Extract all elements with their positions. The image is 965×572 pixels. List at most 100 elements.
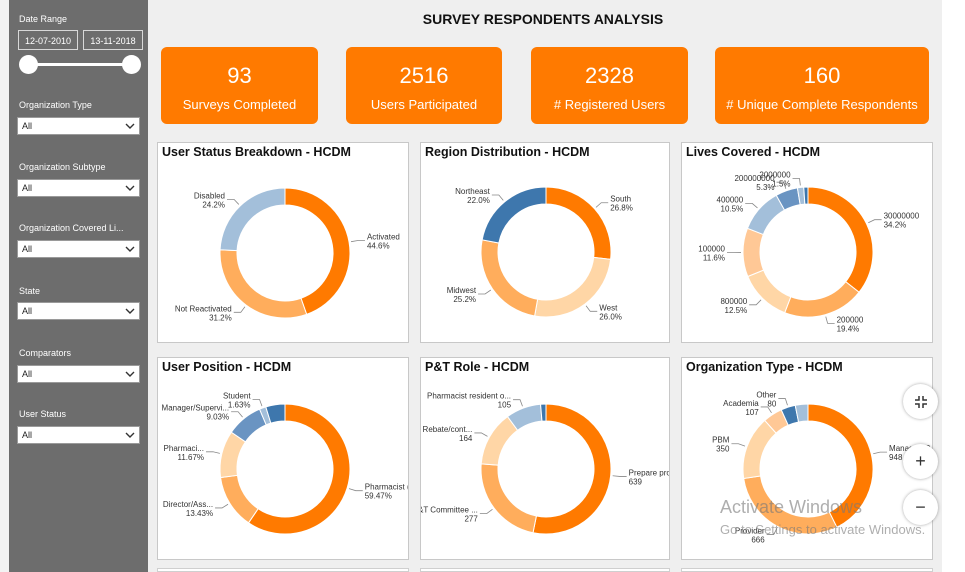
filter-organization-covered-lives-dropdown[interactable]: All [17, 240, 140, 258]
donut-slice[interactable] [220, 474, 259, 524]
leader-line [491, 194, 504, 201]
slice-value-label: 26.8% [610, 204, 633, 213]
donut-slice[interactable] [784, 281, 860, 318]
chevron-down-icon [125, 308, 135, 314]
leader-line [233, 306, 246, 313]
fit-to-page-button[interactable] [903, 384, 938, 419]
slice-value-label: 34.2% [884, 221, 907, 230]
filter-comparators-label: Comparators [19, 348, 72, 358]
date-slider-start-handle[interactable] [19, 55, 38, 74]
slice-category-label: PBM [712, 436, 730, 445]
kpi-surveys-completed[interactable]: 93 Surveys Completed [161, 47, 318, 124]
chart-card-lives-covered[interactable]: Lives Covered - HCDM 30000000 34.2% 200000… [681, 142, 933, 343]
donut-slice[interactable] [742, 227, 765, 278]
slice-value-label: 22.0% [467, 196, 490, 205]
kpi-unique-complete-respondents[interactable]: 160 # Unique Complete Respondents [715, 47, 929, 124]
slice-category-label: 400000 [717, 195, 744, 204]
kpi-value: 93 [227, 63, 252, 88]
leader-line [206, 451, 220, 454]
filter-organization-type-label: Organization Type [19, 100, 92, 110]
donut-slice[interactable] [742, 419, 777, 480]
slice-value-label: 12.5% [725, 306, 748, 315]
slice-category-label: 30000000 [884, 212, 920, 221]
leader-line [215, 503, 229, 509]
slice-value-label: 1.63% [228, 401, 251, 410]
leader-line [585, 305, 598, 312]
filter-organization-subtype-label: Organization Subtype [19, 162, 106, 172]
filter-sidebar: Date Range 12-07-2010 13-11-2018 Organiz… [9, 0, 148, 572]
slice-category-label: 100000 [698, 244, 725, 253]
slice-category-label: Disabled [194, 191, 225, 200]
date-end-input[interactable]: 13-11-2018 [83, 30, 143, 50]
filter-comparators-dropdown[interactable]: All [17, 365, 140, 383]
donut-slice[interactable] [480, 463, 537, 534]
date-slider-track[interactable] [29, 63, 131, 66]
chevron-down-icon [125, 185, 135, 191]
donut-slice[interactable] [803, 186, 809, 205]
donut-chart-lives-covered: 3000000034.2% 20000019.4% 80000012.5% 10000… [698, 170, 920, 333]
filter-organization-type-dropdown[interactable]: All [17, 117, 140, 135]
chevron-down-icon [125, 432, 135, 438]
date-start-input[interactable]: 12-07-2010 [18, 30, 78, 50]
donut-slice[interactable] [545, 186, 612, 260]
slice-value-label: 44.6% [367, 242, 390, 251]
slice-value-label: 350 [716, 445, 730, 454]
slice-category-label: Pharmacist resident o... [427, 392, 511, 401]
slice-category-label: Director/Ass... [163, 500, 213, 509]
slice-category-label: Northeast [455, 187, 490, 196]
dropdown-value: All [22, 306, 33, 316]
filter-user-status-dropdown[interactable]: All [17, 426, 140, 444]
slice-value-label: 26.0% [599, 312, 622, 321]
donut-chart-region-distribution: South26.8% West26.0% Midwest25.2% Northeast… [447, 186, 633, 321]
donut-slice[interactable] [807, 186, 874, 293]
leader-line [252, 399, 263, 407]
zoom-out-button[interactable]: − [903, 490, 938, 525]
leader-line [749, 299, 762, 306]
filter-organization-subtype-dropdown[interactable]: All [17, 179, 140, 197]
leader-line [731, 443, 746, 447]
slice-category-label: Academia [723, 399, 759, 408]
chart-card-user-position[interactable]: User Position - HCDM Pharmacist (Clinica… [157, 357, 409, 560]
dropdown-value: All [22, 369, 33, 379]
donut-slice[interactable] [540, 403, 547, 422]
next-row-card-edge [681, 568, 933, 572]
donut-chart-user-status: Activated44.6% Not Reactivated31.2% Disabl… [175, 187, 400, 322]
donut-slice[interactable] [480, 239, 539, 317]
leader-line [612, 475, 627, 477]
chart-card-user-status[interactable]: User Status Breakdown - HCDM Activated 44… [157, 142, 409, 343]
slice-value-label: 31.2% [209, 313, 232, 322]
donut-slice[interactable] [532, 403, 612, 535]
left-strip [0, 0, 9, 572]
slice-value-label: 10.5% [721, 204, 744, 213]
kpi-value: 2516 [399, 63, 449, 88]
donut-slice[interactable] [219, 187, 286, 252]
zoom-in-button[interactable]: + [903, 444, 938, 479]
slice-value-label: 25.2% [453, 295, 476, 304]
leader-line [792, 178, 801, 186]
slice-category-label: Not Reactivated [175, 304, 232, 313]
donut-slice[interactable] [284, 187, 351, 315]
date-slider-end-handle[interactable] [122, 55, 141, 74]
kpi-value: 2328 [585, 63, 634, 88]
donut-slice[interactable] [219, 249, 308, 319]
kpi-label: Surveys Completed [182, 97, 297, 112]
donut-slice[interactable] [747, 269, 792, 314]
donut-slice[interactable] [481, 186, 547, 244]
date-range-label: Date Range [19, 14, 68, 24]
slice-category-label: Pharmacist (Clinical... [365, 483, 409, 492]
kpi-users-participated[interactable]: 2516 Users Participated [346, 47, 502, 124]
slice-category-label: 200000 [837, 315, 864, 324]
slice-category-label: West [599, 303, 618, 312]
slice-value-label: 24.2% [202, 200, 225, 209]
kpi-registered-users[interactable]: 2328 # Registered Users [531, 47, 688, 124]
donut-slice[interactable] [480, 415, 519, 466]
next-row-card-edge [420, 568, 670, 572]
filter-state-dropdown[interactable]: All [17, 302, 140, 320]
slice-value-label: 9.03% [206, 413, 229, 422]
slice-value-label: 948 [889, 453, 903, 462]
leader-line [479, 508, 493, 514]
slice-category-label: Other [756, 391, 776, 400]
chart-card-pt-role[interactable]: P&T Role - HCDM Prepare produc...639P&T … [420, 357, 670, 560]
activate-windows-watermark-title: Activate Windows [720, 497, 863, 517]
chart-card-region-distribution[interactable]: Region Distribution - HCDM South 26.8% Wes… [420, 142, 670, 343]
